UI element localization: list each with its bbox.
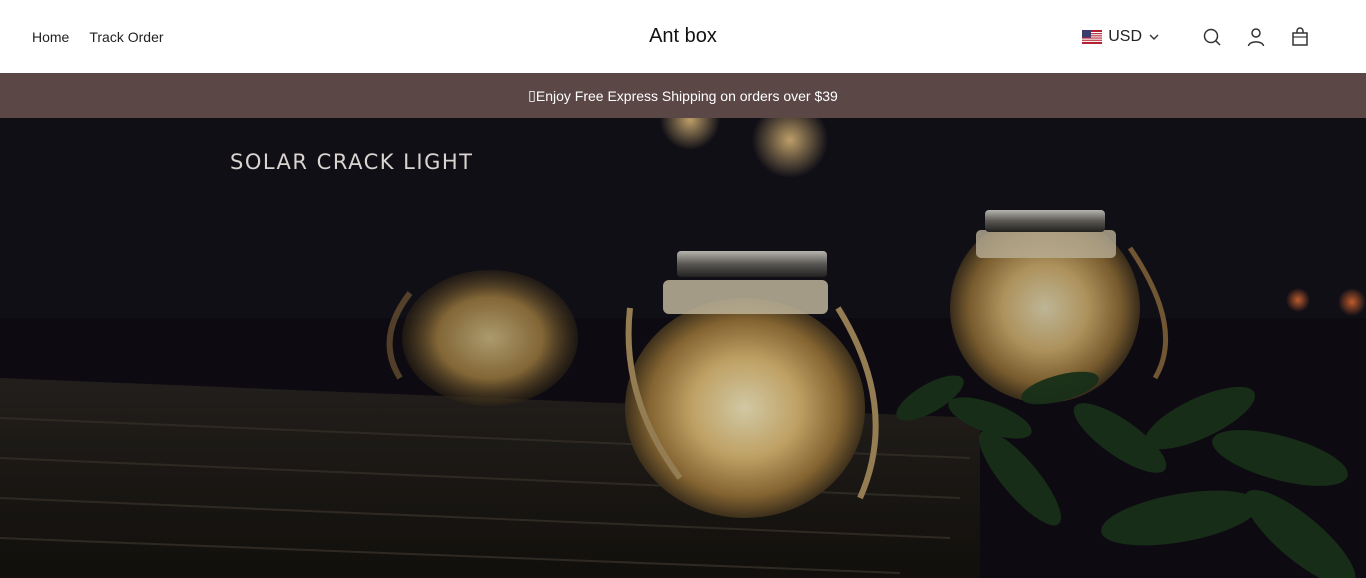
header-tools: USD <box>1082 0 1322 73</box>
announcement-text: Enjoy Free Express Shipping on orders ov… <box>535 87 838 104</box>
site-header: Home Track Order Ant box USD <box>0 0 1366 73</box>
us-flag-icon <box>1082 29 1103 44</box>
cart-button[interactable] <box>1278 19 1322 55</box>
announcement-glyph: ▯ <box>528 87 536 103</box>
search-button[interactable] <box>1190 19 1234 55</box>
hero-title: SOLAR CRACK LIGHT <box>230 150 474 175</box>
search-icon <box>1203 28 1221 46</box>
announcement-bar: ▯ Enjoy Free Express Shipping on orders o… <box>0 73 1366 118</box>
account-button[interactable] <box>1234 19 1278 55</box>
account-icon <box>1247 27 1265 46</box>
nav-link-home[interactable]: Home <box>32 29 69 45</box>
brand-logo[interactable]: Ant box <box>649 25 717 48</box>
main-nav: Home Track Order <box>32 0 164 73</box>
chevron-down-icon <box>1149 34 1159 40</box>
currency-selector[interactable]: USD <box>1082 28 1160 46</box>
cart-icon <box>1292 26 1308 46</box>
hero-banner[interactable]: SOLAR CRACK LIGHT <box>0 118 1366 578</box>
nav-link-track-order[interactable]: Track Order <box>89 29 163 45</box>
currency-code: USD <box>1108 27 1142 45</box>
hero-image <box>0 118 1366 578</box>
